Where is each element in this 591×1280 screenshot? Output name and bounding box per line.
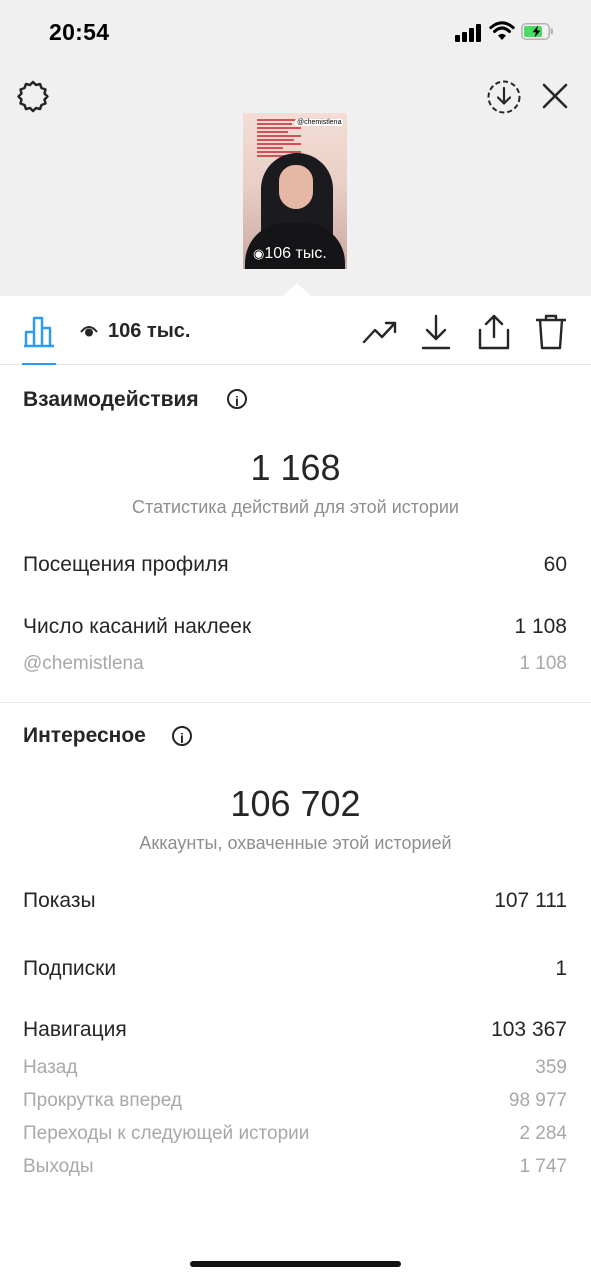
selection-pointer bbox=[282, 283, 312, 297]
thumbnail-views: ◉106 тыс. bbox=[253, 245, 327, 262]
battery-icon bbox=[521, 23, 553, 40]
status-bar: 20:54 bbox=[0, 0, 591, 64]
back-label: Назад bbox=[23, 1057, 78, 1078]
discovery-total: 106 702 bbox=[230, 783, 361, 824]
download-circle-icon[interactable] bbox=[486, 79, 522, 115]
discovery-info-icon[interactable]: i bbox=[172, 726, 192, 746]
mention-value: 1 108 bbox=[519, 653, 567, 674]
account-mention-sticker: @chemistlena bbox=[295, 119, 344, 126]
sticker-taps-value: 1 108 bbox=[514, 615, 567, 638]
story-thumbnail[interactable]: @chemistlena ◉106 тыс. bbox=[243, 113, 347, 269]
forward-value: 98 977 bbox=[508, 1090, 567, 1111]
insights-bar-icon[interactable] bbox=[22, 314, 56, 348]
discovery-caption: Аккаунты, охваченные этой историей bbox=[139, 833, 452, 853]
status-time: 20:54 bbox=[49, 19, 110, 45]
interactions-total: 1 168 bbox=[250, 447, 341, 488]
close-icon[interactable] bbox=[539, 80, 571, 112]
navigation-label: Навигация bbox=[23, 1018, 127, 1041]
impressions-label: Показы bbox=[23, 889, 96, 912]
impressions-value: 107 111 bbox=[494, 889, 567, 912]
home-indicator[interactable] bbox=[190, 1261, 401, 1267]
download-icon[interactable] bbox=[420, 313, 452, 351]
discovery-title: Интересное bbox=[23, 724, 146, 747]
back-value: 359 bbox=[535, 1057, 567, 1078]
eye-icon bbox=[80, 326, 98, 337]
exits-label: Выходы bbox=[23, 1156, 94, 1177]
views-count: 106 тыс. bbox=[108, 320, 191, 342]
sticker-taps-label: Число касаний наклеек bbox=[23, 615, 252, 638]
share-icon[interactable] bbox=[477, 313, 511, 351]
profile-visits-value: 60 bbox=[543, 553, 567, 576]
next-story-value: 2 284 bbox=[519, 1123, 567, 1144]
navigation-value: 103 367 bbox=[491, 1018, 567, 1041]
eye-icon: ◉ bbox=[253, 246, 265, 261]
trend-icon[interactable] bbox=[362, 318, 398, 346]
exits-value: 1 747 bbox=[519, 1156, 567, 1177]
wifi-icon bbox=[489, 21, 515, 40]
profile-visits-label: Посещения профиля bbox=[23, 553, 229, 576]
active-tab-indicator bbox=[22, 363, 56, 365]
section-divider bbox=[0, 702, 591, 703]
interactions-info-icon[interactable]: i bbox=[227, 389, 247, 409]
interactions-caption: Статистика действий для этой истории bbox=[132, 497, 459, 517]
follows-label: Подписки bbox=[23, 957, 117, 980]
next-story-label: Переходы к следующей истории bbox=[23, 1123, 310, 1144]
cellular-signal-icon bbox=[455, 24, 483, 42]
follows-value: 1 bbox=[555, 957, 567, 980]
forward-label: Прокрутка вперед bbox=[23, 1090, 182, 1111]
trash-icon[interactable] bbox=[534, 313, 568, 351]
gear-icon[interactable] bbox=[13, 78, 53, 118]
mention-label[interactable]: @chemistlena bbox=[23, 653, 144, 675]
interactions-title: Взаимодействия bbox=[23, 388, 199, 411]
